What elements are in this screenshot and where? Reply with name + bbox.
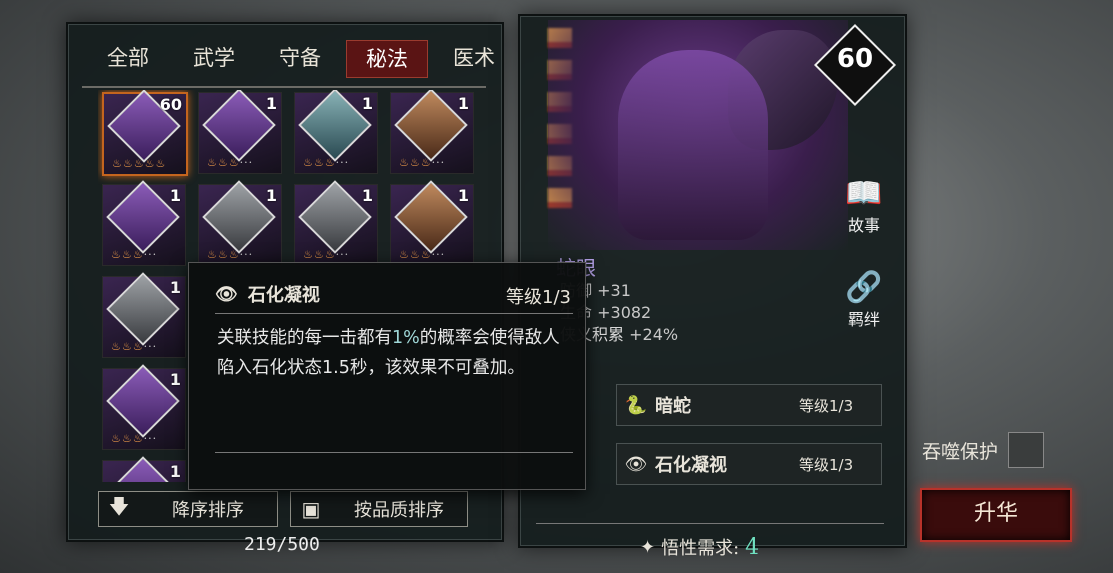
ascend-button[interactable]: 升华	[920, 488, 1072, 542]
skill-card[interactable]: 1 ♨♨♨···	[294, 180, 378, 266]
card-count: 1	[169, 186, 181, 205]
book-icon: 📖	[845, 176, 883, 211]
skill-card[interactable]: 1 ♨♨♨···	[294, 90, 378, 174]
star-flames-icon: ♨♨♨♨♨	[112, 157, 167, 170]
card-portrait	[202, 90, 276, 162]
aptitude-requirement: ✦ 悟性需求: 4	[640, 534, 759, 560]
inventory-capacity: 219/500	[244, 534, 320, 555]
tab-martial[interactable]: 武学	[174, 40, 254, 76]
tooltip-header: 👁 石化凝视	[215, 281, 320, 307]
divider	[536, 523, 884, 524]
skill-card[interactable]: 1 ♨♨♨···	[102, 364, 186, 450]
card-count: 1	[265, 94, 277, 113]
tab-all[interactable]: 全部	[88, 40, 168, 76]
sort-quality-button[interactable]: ▣ 按品质排序	[290, 491, 468, 527]
eye-icon: 👁	[624, 453, 648, 475]
devour-protection-label: 吞噬保护	[922, 440, 999, 463]
skill-name: 石化凝视	[655, 455, 727, 476]
skill-card[interactable]: 1 ♨♨♨···	[102, 180, 186, 266]
aptitude-label: 悟性需求:	[661, 538, 740, 559]
snake-icon: 🐍	[624, 394, 648, 416]
character-portrait	[548, 20, 848, 250]
star-flames-icon: ♨♨♨···	[399, 156, 446, 169]
card-count: 1	[457, 94, 469, 113]
tooltip-level: 等级1/3	[506, 287, 571, 308]
skill-card[interactable]: 1 ♨♨♨···	[198, 180, 282, 266]
chain-link-icon: 🔗	[845, 270, 883, 305]
card-portrait	[298, 180, 372, 254]
card-count: 1	[457, 186, 469, 205]
skill-card[interactable]: 1 ♨♨♨···	[390, 180, 474, 266]
sort-descending-label: 降序排序	[172, 500, 244, 521]
star-flames-icon: ♨♨♨···	[111, 432, 158, 445]
star-flames-icon: ♨♨♨···	[399, 248, 446, 261]
bond-label: 羁绊	[847, 310, 880, 329]
sort-descending-button[interactable]: 🡇 降序排序	[98, 491, 278, 527]
card-count: 60	[159, 95, 182, 114]
tooltip-divider	[215, 313, 573, 314]
arrow-down-icon: 🡇	[108, 494, 130, 518]
card-count: 1	[169, 278, 181, 297]
character-figure	[618, 50, 768, 240]
tooltip-title: 石化凝视	[247, 285, 320, 306]
skill-card[interactable]: 1 ♨♨♨···	[198, 90, 282, 174]
card-count: 1	[265, 186, 277, 205]
level-value: 60	[836, 44, 874, 74]
card-count: 1	[169, 370, 181, 389]
card-portrait	[394, 90, 468, 162]
card-count: 1	[169, 462, 181, 481]
tooltip-description: 关联技能的每一击都有1%的概率会使得敌人陷入石化状态1.5秒，该效果不可叠加。	[217, 328, 560, 378]
card-portrait	[106, 456, 180, 482]
card-count: 1	[361, 186, 373, 205]
cube-icon: ▣	[301, 497, 321, 521]
skill-card[interactable]: 1 ♨♨♨···	[390, 90, 474, 174]
tab-medicine[interactable]: 医术	[434, 40, 514, 76]
star-flames-icon: ♨♨♨···	[207, 156, 254, 169]
skill-tooltip: 👁 石化凝视 等级1/3 关联技能的每一击都有1%的概率会使得敌人陷入石化状态1…	[188, 262, 586, 490]
star-flames-icon: ♨♨♨···	[207, 248, 254, 261]
tab-defense[interactable]: 守备	[260, 40, 340, 76]
aptitude-icon: ✦	[640, 536, 656, 558]
skill-row-dark-snake[interactable]: 🐍 暗蛇 等级1/3	[616, 384, 882, 426]
devour-protection: 吞噬保护	[922, 432, 1045, 468]
eye-icon: 👁	[215, 283, 238, 305]
skill-card[interactable]: 1♨♨♨···	[102, 456, 186, 482]
card-portrait	[202, 180, 276, 254]
skill-name: 暗蛇	[655, 396, 691, 417]
story-label: 故事	[847, 216, 880, 235]
skill-row-petrify-gaze[interactable]: 👁 石化凝视 等级1/3	[616, 443, 882, 485]
card-portrait	[106, 364, 180, 438]
story-button[interactable]: 📖 故事	[834, 176, 894, 236]
tabs-divider	[82, 86, 486, 88]
star-flames-icon: ♨♨♨···	[111, 248, 158, 261]
bond-button[interactable]: 🔗 羁绊	[834, 270, 894, 330]
tab-secret-arts[interactable]: 秘法	[346, 40, 428, 78]
category-tabs: 全部 武学 守备 秘法 医术	[88, 40, 514, 78]
star-flames-icon: ♨♨♨···	[111, 340, 158, 353]
skill-level: 等级1/3	[799, 396, 854, 415]
star-flames-icon: ♨♨♨···	[303, 248, 350, 261]
skill-card[interactable]: 60 ♨♨♨♨♨	[102, 90, 188, 176]
card-portrait	[106, 272, 180, 346]
skill-card[interactable]: 1 ♨♨♨···	[102, 272, 186, 358]
card-portrait	[298, 90, 372, 162]
skill-level: 等级1/3	[799, 455, 854, 474]
card-count: 1	[361, 94, 373, 113]
card-portrait	[394, 180, 468, 254]
card-portrait	[106, 180, 180, 254]
devour-protection-checkbox[interactable]	[1008, 432, 1045, 468]
sort-quality-label: 按品质排序	[354, 500, 444, 521]
star-flames-icon: ♨♨♨···	[303, 156, 350, 169]
aptitude-value: 4	[745, 534, 760, 560]
tooltip-divider	[215, 452, 573, 453]
